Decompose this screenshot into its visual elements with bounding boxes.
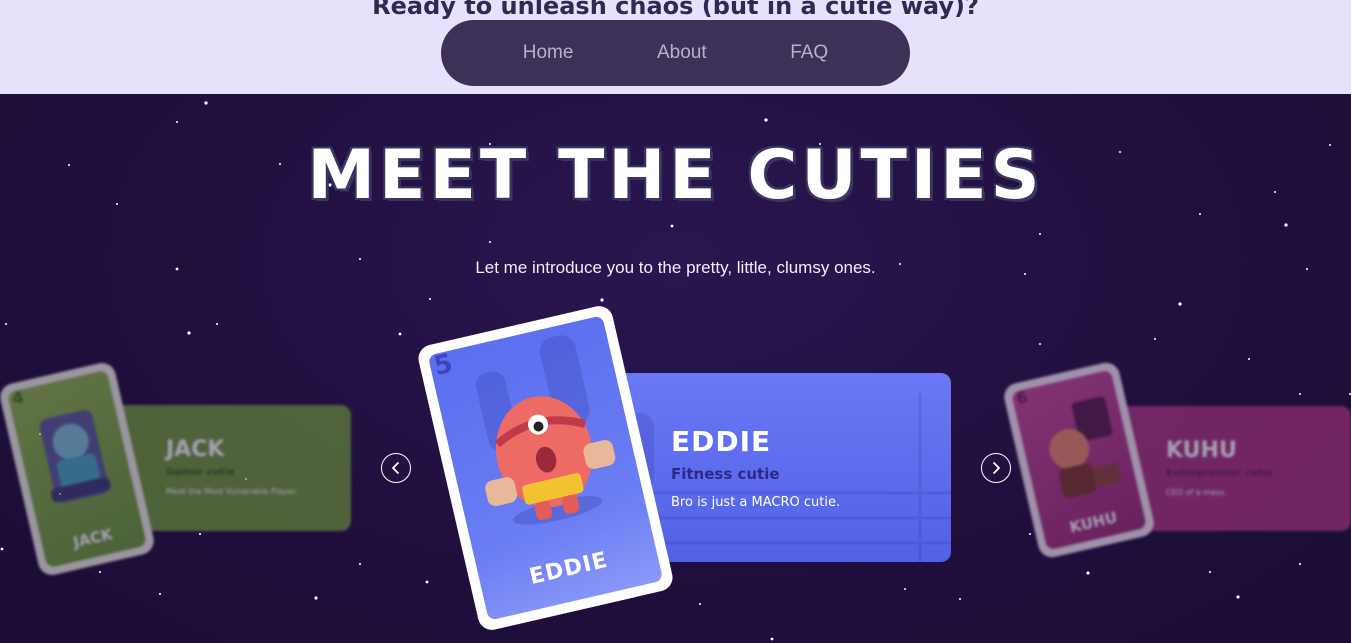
card-role: Entrepreneur cutie — [1166, 468, 1273, 479]
chevron-right-icon — [993, 462, 1000, 474]
section-title: MEET THE CUTIES — [307, 136, 1044, 215]
carousel-next-button[interactable] — [981, 453, 1011, 483]
card-role: Gamer cutie — [166, 467, 235, 478]
cuties-section: MEET THE CUTIES Let me introduce you to … — [0, 94, 1351, 643]
card-title: EDDIE — [671, 425, 772, 458]
card-title: JACK — [166, 437, 225, 462]
carousel-prev-button[interactable] — [381, 453, 411, 483]
top-heading: Ready to unleash chaos (but in a cutie w… — [372, 0, 979, 20]
nav-link-home[interactable]: Home — [523, 42, 574, 64]
nav-link-about[interactable]: About — [657, 42, 707, 64]
card-description: CEO of a mess. — [1166, 488, 1227, 497]
chevron-left-icon — [392, 462, 399, 474]
card-title: KUHU — [1166, 438, 1237, 463]
card-description: Meet the Most Vulnerable Player. — [166, 487, 298, 496]
nav-link-faq[interactable]: FAQ — [790, 42, 828, 64]
card-description: Bro is just a MACRO cutie. — [671, 495, 841, 510]
character-illustration — [1049, 396, 1122, 499]
section-subtitle: Let me introduce you to the pretty, litt… — [475, 258, 876, 277]
top-band: Ready to unleash chaos (but in a cutie w… — [0, 0, 1351, 94]
character-illustration — [39, 409, 111, 503]
navbar: Home About FAQ — [441, 20, 910, 86]
card-role: Fitness cutie — [671, 465, 780, 483]
